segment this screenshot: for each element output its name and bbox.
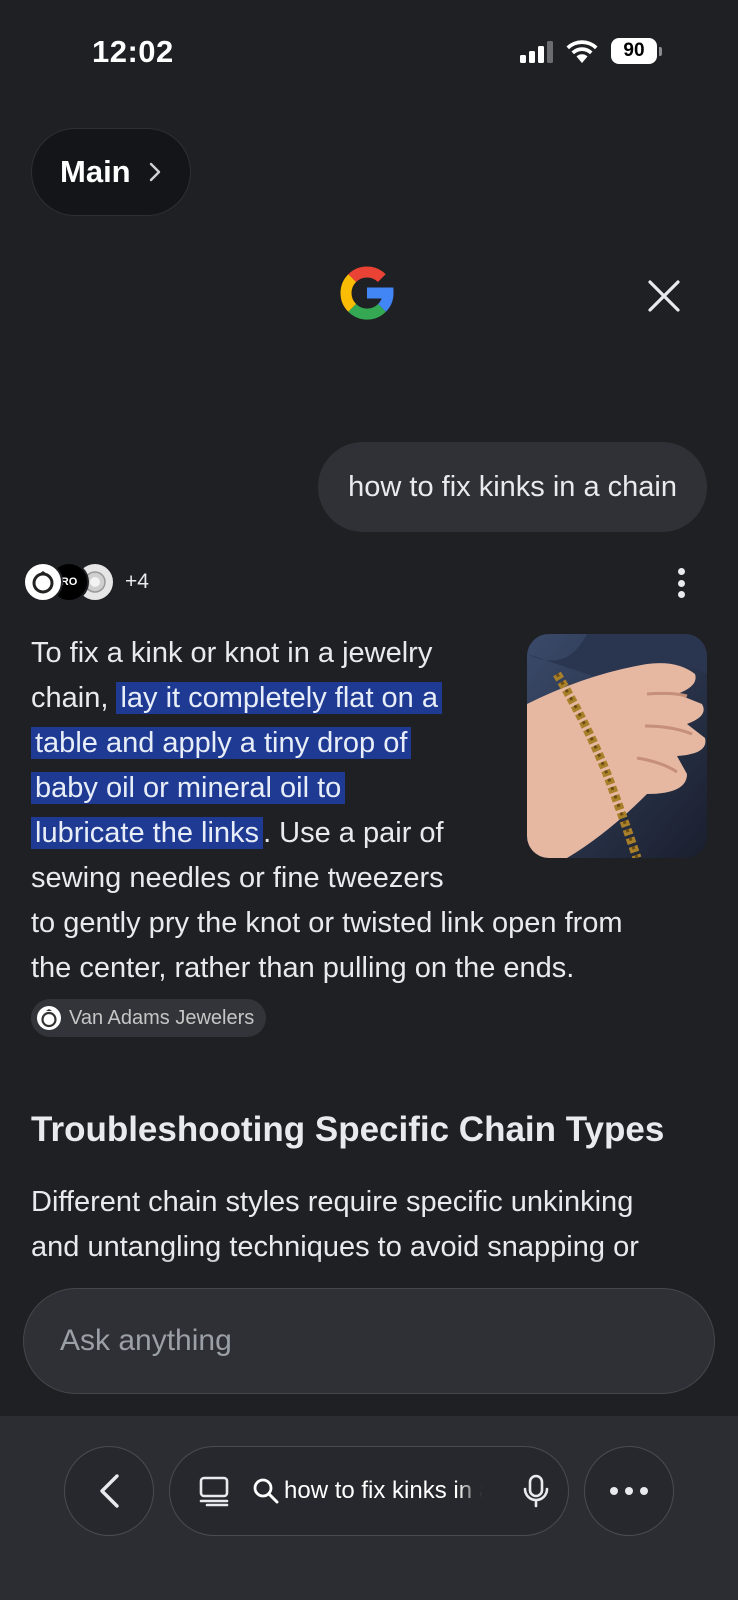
source-favicon (23, 562, 63, 602)
battery-level: 90 (611, 38, 657, 64)
ai-answer-paragraph: To fix a kink or knot in a jewelry chain… (31, 631, 711, 991)
user-query-bubble: how to fix kinks in a chain (318, 442, 707, 532)
sources-count: +4 (125, 570, 149, 593)
status-icons: 90 (520, 38, 662, 64)
battery-icon: 90 (611, 38, 662, 64)
answer-highlight: table and apply a tiny drop of (31, 727, 412, 759)
sources-row[interactable]: RO +4 (23, 562, 149, 602)
section-heading: Troubleshooting Specific Chain Types (31, 1110, 665, 1149)
back-icon (100, 1474, 119, 1508)
back-button[interactable] (64, 1446, 154, 1536)
url-text: how to fix kinks in a chain (284, 1477, 482, 1504)
answer-highlight: lubricate the links (31, 817, 264, 849)
more-vert-icon[interactable] (676, 568, 686, 598)
citation-chip[interactable]: Van Adams Jewelers (31, 999, 267, 1037)
status-time: 12:02 (92, 34, 174, 69)
ask-placeholder: Ask anything (60, 1324, 232, 1357)
mic-icon[interactable] (522, 1474, 550, 1508)
ask-anything-input[interactable]: Ask anything (23, 1288, 715, 1394)
cellular-signal-icon (520, 39, 553, 63)
google-logo (340, 266, 394, 320)
answer-highlight: lay it completely flat on a (116, 682, 442, 714)
answer-line: sewing needles or fine tweezers (31, 862, 444, 894)
address-bar[interactable]: how to fix kinks in a chain (169, 1446, 569, 1536)
more-button[interactable] (584, 1446, 674, 1536)
search-icon (253, 1478, 279, 1504)
main-nav-button[interactable]: Main (31, 128, 191, 216)
ring-icon (37, 1006, 61, 1030)
answer-line: To fix a kink or knot in a jewelry (31, 637, 433, 669)
citation-label: Van Adams Jewelers (69, 1006, 255, 1029)
answer-line: the center, rather than pulling on the e… (31, 952, 575, 984)
close-icon[interactable] (646, 278, 682, 314)
more-horiz-icon (610, 1487, 648, 1495)
answer-text: . Use a pair of (263, 817, 444, 849)
reader-icon[interactable] (198, 1475, 230, 1507)
main-label: Main (60, 154, 131, 189)
section-line: Different chain styles require specific … (31, 1186, 634, 1218)
chevron-right-icon (149, 162, 160, 182)
wifi-icon (566, 40, 598, 63)
answer-highlight: baby oil or mineral oil to (31, 772, 346, 804)
answer-line: to gently pry the knot or twisted link o… (31, 907, 623, 939)
answer-text: chain, (31, 682, 117, 714)
